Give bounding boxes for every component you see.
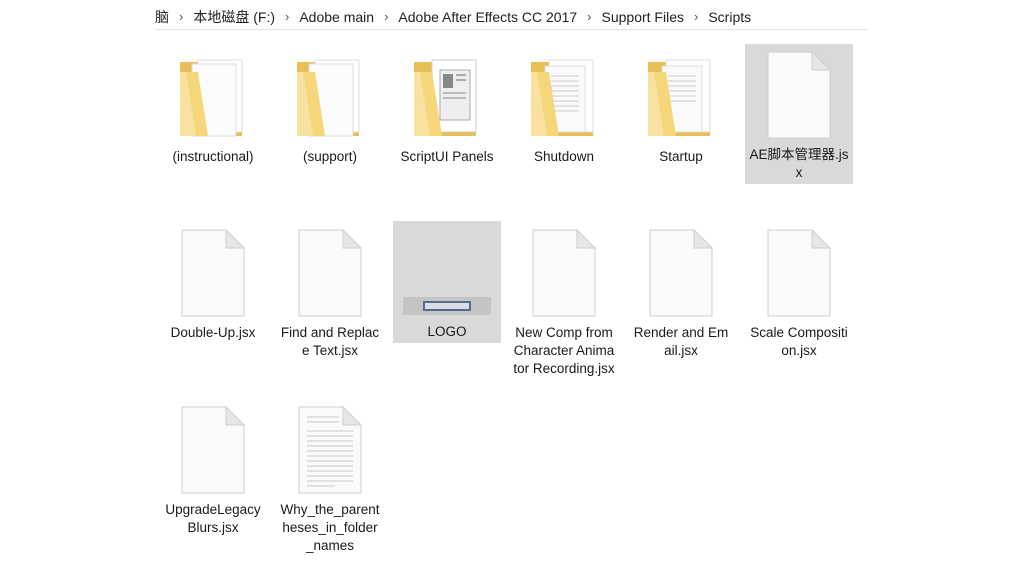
item-label: (support) <box>302 149 358 164</box>
file-icon <box>745 222 853 322</box>
file-why-the-parentheses[interactable]: Why_the_parentheses_in_folder_names <box>276 399 384 555</box>
item-label: Shutdown <box>533 149 595 164</box>
item-label: ScriptUI Panels <box>400 149 494 164</box>
file-icon <box>510 222 618 322</box>
folder-icon <box>510 46 618 146</box>
item-label: New Comp from Character Animator Recordi… <box>513 325 615 376</box>
breadcrumb-drive-f[interactable]: 本地磁盘 (F:) <box>193 7 275 27</box>
breadcrumb-computer[interactable]: 脑 <box>155 7 169 27</box>
breadcrumb-adobe-main[interactable]: Adobe main <box>299 9 374 25</box>
image-logo[interactable]: LOGO <box>393 221 501 343</box>
item-label: Render and Email.jsx <box>633 325 729 358</box>
item-label: Find and Replace Text.jsx <box>280 325 380 358</box>
item-label: Startup <box>659 149 703 164</box>
file-scale-composition[interactable]: Scale Composition.jsx <box>745 222 853 360</box>
folder-shutdown[interactable]: Shutdown <box>510 46 618 166</box>
file-find-and-replace-text[interactable]: Find and Replace Text.jsx <box>276 222 384 360</box>
item-label: (instructional) <box>172 149 254 164</box>
breadcrumb-scripts[interactable]: Scripts <box>708 9 751 25</box>
text-file-icon <box>276 399 384 499</box>
item-label: AE脚本管理器.jsx <box>749 147 849 180</box>
item-label: Why_the_parentheses_in_folder_names <box>280 502 380 553</box>
folder-icon <box>276 46 384 146</box>
chevron-right-icon: › <box>179 9 184 24</box>
folder-icon <box>627 46 735 146</box>
image-thumbnail-icon <box>393 221 501 321</box>
breadcrumb-after-effects[interactable]: Adobe After Effects CC 2017 <box>398 9 577 25</box>
file-icon <box>159 222 267 322</box>
file-icon <box>276 222 384 322</box>
chevron-right-icon: › <box>384 9 389 24</box>
chevron-right-icon: › <box>693 9 699 24</box>
folder-scriptui-panels[interactable]: ScriptUI Panels <box>393 46 501 166</box>
chevron-right-icon: › <box>587 9 592 24</box>
folder-icon <box>393 46 501 146</box>
file-ae-script-manager[interactable]: AE脚本管理器.jsx <box>745 44 853 184</box>
folder-instructional[interactable]: (instructional) <box>159 46 267 166</box>
item-label: UpgradeLegacy Blurs.jsx <box>165 502 261 535</box>
file-icon <box>745 44 853 144</box>
chevron-right-icon: › <box>285 9 290 24</box>
breadcrumb: 脑 › 本地磁盘 (F:) › Adobe main › Adobe After… <box>155 8 868 30</box>
folder-icon <box>159 46 267 146</box>
file-upgrade-legacy-blurs[interactable]: UpgradeLegacy Blurs.jsx <box>159 399 267 537</box>
breadcrumb-support-files[interactable]: Support Files <box>602 9 684 25</box>
folder-support[interactable]: (support) <box>276 46 384 166</box>
folder-startup[interactable]: Startup <box>627 46 735 166</box>
item-label: Double-Up.jsx <box>170 325 256 340</box>
file-double-up[interactable]: Double-Up.jsx <box>159 222 267 342</box>
item-label: LOGO <box>427 324 467 339</box>
file-render-and-email[interactable]: Render and Email.jsx <box>627 222 735 360</box>
file-icon <box>627 222 735 322</box>
file-new-comp-character-animator[interactable]: New Comp from Character Animator Recordi… <box>510 222 618 378</box>
file-icon <box>159 399 267 499</box>
item-label: Scale Composition.jsx <box>750 325 848 358</box>
